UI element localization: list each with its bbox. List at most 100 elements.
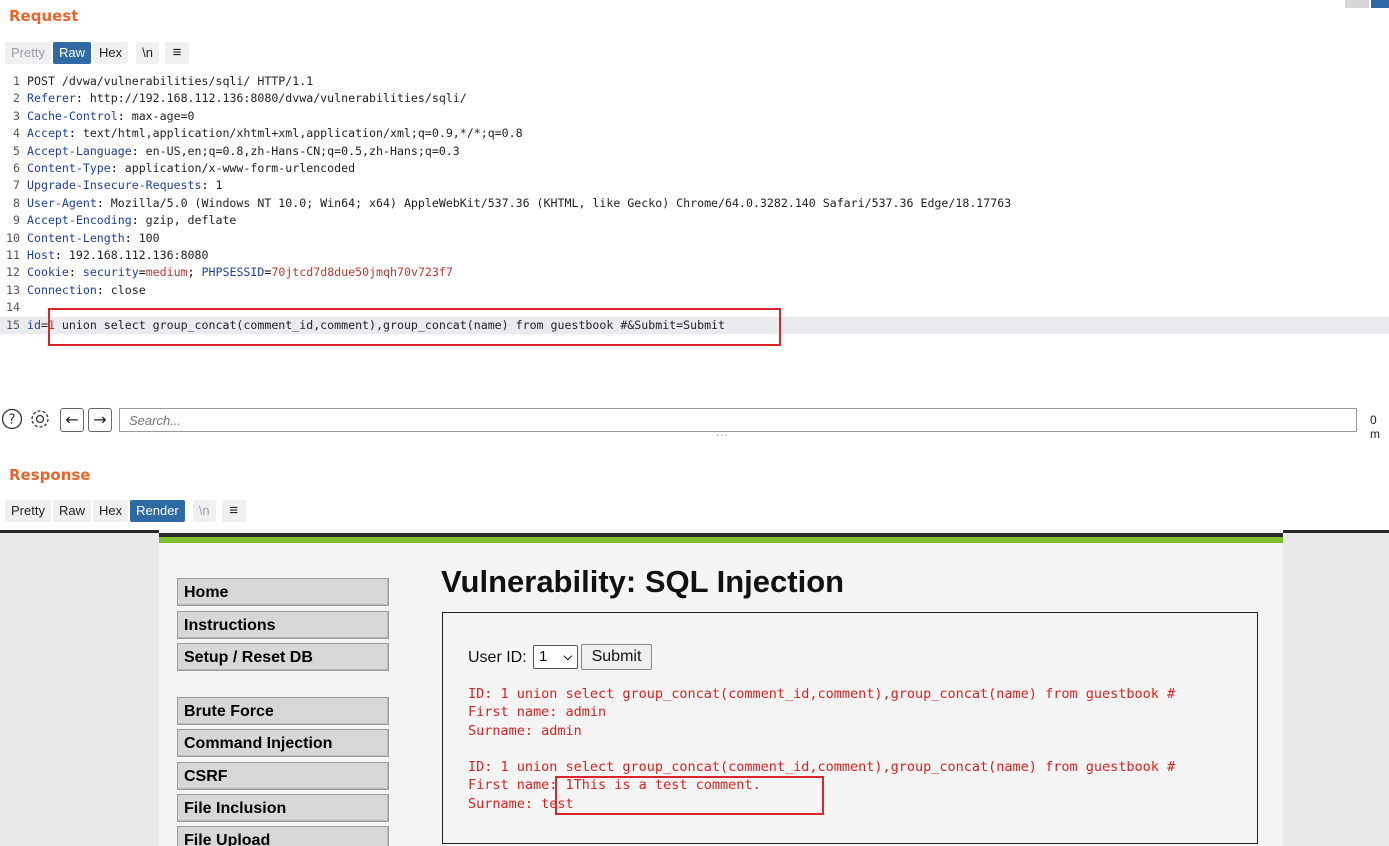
result-block-1: ID: 1 union select group_concat(comment_… [468, 686, 1176, 739]
render-margin-right [1283, 533, 1389, 846]
header-value: 192.168.112.136:8080 [61, 248, 209, 262]
request-line[interactable]: 7 Upgrade-Insecure-Requests: 1 [0, 177, 1389, 194]
header-value: 100 [131, 230, 160, 245]
split-view-icon[interactable] [1345, 0, 1369, 8]
search-back-button[interactable]: ← [60, 408, 84, 432]
search-input[interactable] [119, 408, 1357, 432]
line-content: Content-Type: application/x-www-form-url… [27, 161, 356, 175]
cookie-key: PHPSESSID [201, 265, 265, 280]
line-content: Accept-Language: en-US,en;q=0.8,zh-Hans-… [27, 143, 460, 158]
request-line[interactable]: 5 Accept-Language: en-US,en;q=0.8,zh-Hans… [0, 143, 1389, 160]
request-tab-newlinen[interactable]: \n [136, 42, 159, 64]
menu-item-csrf[interactable]: CSRF [177, 762, 389, 790]
line-content: Accept-Encoding: gzip, deflate [27, 213, 237, 228]
response-tab-render[interactable]: Render [130, 500, 185, 522]
body-param-key: id [27, 317, 41, 332]
line-number: 12 [6, 265, 20, 280]
request-tab-raw[interactable]: Raw [52, 42, 91, 64]
stacked-view-icon[interactable] [1371, 0, 1389, 8]
user-id-select[interactable]: 1 ⌵ [533, 645, 578, 669]
header-name: Referer [27, 91, 76, 106]
line-content: Content-Length: 100 [27, 230, 160, 245]
line-number: 10 [6, 230, 20, 245]
menu-item-instructions[interactable]: Instructions [177, 611, 389, 639]
header-value: text/html,application/xhtml+xml,applicat… [75, 126, 523, 141]
response-highlight-box [555, 776, 824, 815]
help-icon[interactable]: ? [0, 407, 24, 431]
response-tab-raw[interactable]: Raw [52, 500, 91, 522]
cookie-value: 70jtcd7d8due50jmqh70v723f7 [271, 265, 453, 280]
header-name: Accept-Encoding [27, 213, 132, 228]
line-content: Referer: http://192.168.112.136:8080/dvw… [27, 91, 467, 106]
line-content: Accept: text/html,application/xhtml+xml,… [27, 126, 523, 141]
request-line[interactable]: 9 Accept-Encoding: gzip, deflate [0, 212, 1389, 229]
header-name: Content-Type [27, 161, 111, 175]
request-tab-menu[interactable]: ≡ [164, 42, 189, 64]
line-number: 5 [13, 143, 20, 158]
menu-item-brute-force[interactable]: Brute Force [177, 697, 389, 725]
line-content: Cache-Control: max-age=0 [27, 108, 195, 123]
header-name: Upgrade-Insecure-Requests [27, 178, 202, 193]
request-line[interactable]: 1 POST /dvwa/vulnerabilities/sqli/ HTTP/1… [0, 73, 1389, 90]
request-line[interactable]: 10 Content-Length: 100 [0, 230, 1389, 247]
menu-item-setup-reset-db[interactable]: Setup / Reset DB [177, 643, 389, 671]
line-number: 8 [13, 195, 20, 210]
header-name: Connection [27, 282, 97, 297]
response-tab-pretty[interactable]: Pretty [5, 500, 51, 522]
header-name: Accept [27, 126, 69, 141]
line-content: Upgrade-Insecure-Requests: 1 [27, 178, 223, 193]
request-line[interactable]: 8 User-Agent: Mozilla/5.0 (Windows NT 10.… [0, 195, 1389, 212]
line-content: POST /dvwa/vulnerabilities/sqli/ HTTP/1.… [27, 73, 313, 90]
header-name: Host [27, 248, 55, 262]
line-number: 11 [6, 248, 20, 262]
request-line[interactable]: 13 Connection: close [0, 282, 1389, 299]
header-value: 1 [208, 178, 223, 193]
header-name: User-Agent [27, 195, 97, 210]
line-number: 15 [6, 317, 20, 332]
menu-item-file-inclusion[interactable]: File Inclusion [177, 794, 389, 822]
user-id-select-value: 1 [539, 648, 548, 665]
request-line[interactable]: 11 Host: 192.168.112.136:8080 [0, 247, 1389, 264]
line-number: 4 [13, 126, 20, 141]
pane-splitter-handle[interactable]: ··· [716, 431, 729, 442]
request-tab-hex[interactable]: Hex [92, 42, 129, 64]
line-content: Cookie: security=medium; PHPSESSID=70jtc… [27, 265, 453, 280]
menu-item-home[interactable]: Home [177, 578, 389, 606]
header-name: Content-Length [27, 230, 125, 245]
request-line[interactable]: 12 Cookie: security=medium; PHPSESSID=70j… [0, 264, 1389, 281]
cookie-header-name: Cookie [27, 265, 69, 280]
response-title: Response [9, 466, 91, 484]
line-number: 7 [13, 178, 20, 193]
response-tab-newlinen[interactable]: \n [192, 500, 216, 522]
header-value: gzip, deflate [138, 213, 237, 228]
dvwa-header-strip [159, 533, 1283, 543]
request-line[interactable]: 3 Cache-Control: max-age=0 [0, 108, 1389, 125]
request-line[interactable]: 2 Referer: http://192.168.112.136:8080/dv… [0, 90, 1389, 107]
request-line[interactable]: 4 Accept: text/html,application/xhtml+xml… [0, 125, 1389, 142]
header-value: application/x-www-form-urlencoded [117, 161, 356, 175]
layout-toggle-icons[interactable] [1345, 0, 1389, 8]
request-line[interactable]: 6 Content-Type: application/x-www-form-ur… [0, 160, 1389, 177]
header-value: en-US,en;q=0.8,zh-Hans-CN;q=0.5,zh-Hans;… [138, 143, 460, 158]
response-tabbar: Pretty Raw Hex Render \n ≡ [5, 500, 246, 522]
header-value: http://192.168.112.136:8080/dvwa/vulnera… [82, 91, 467, 106]
body-param-eq: = [40, 317, 48, 332]
menu-item-file-upload[interactable]: File Upload [177, 826, 389, 846]
header-name: Accept-Language [27, 143, 132, 158]
line-number: 13 [6, 282, 20, 297]
settings-icon[interactable] [28, 407, 52, 431]
header-value: close [103, 282, 146, 297]
match-count: 0 m [1370, 413, 1380, 441]
user-id-label: User ID: [468, 649, 527, 666]
line-number: 1 [13, 74, 20, 88]
submit-button[interactable]: Submit [581, 644, 652, 670]
response-tab-hex[interactable]: Hex [92, 500, 129, 522]
request-line-text: POST /dvwa/vulnerabilities/sqli/ HTTP/1.… [27, 74, 314, 88]
menu-item-command-injection[interactable]: Command Injection [177, 729, 389, 757]
response-tab-menu[interactable]: ≡ [221, 500, 246, 522]
search-forward-button[interactable]: → [88, 408, 112, 432]
request-tabbar: Pretty Raw Hex \n ≡ [5, 42, 189, 64]
cookie-value: medium [145, 265, 188, 280]
request-tab-pretty[interactable]: Pretty [5, 42, 51, 64]
request-editor[interactable]: 1 POST /dvwa/vulnerabilities/sqli/ HTTP/1… [0, 73, 1389, 405]
